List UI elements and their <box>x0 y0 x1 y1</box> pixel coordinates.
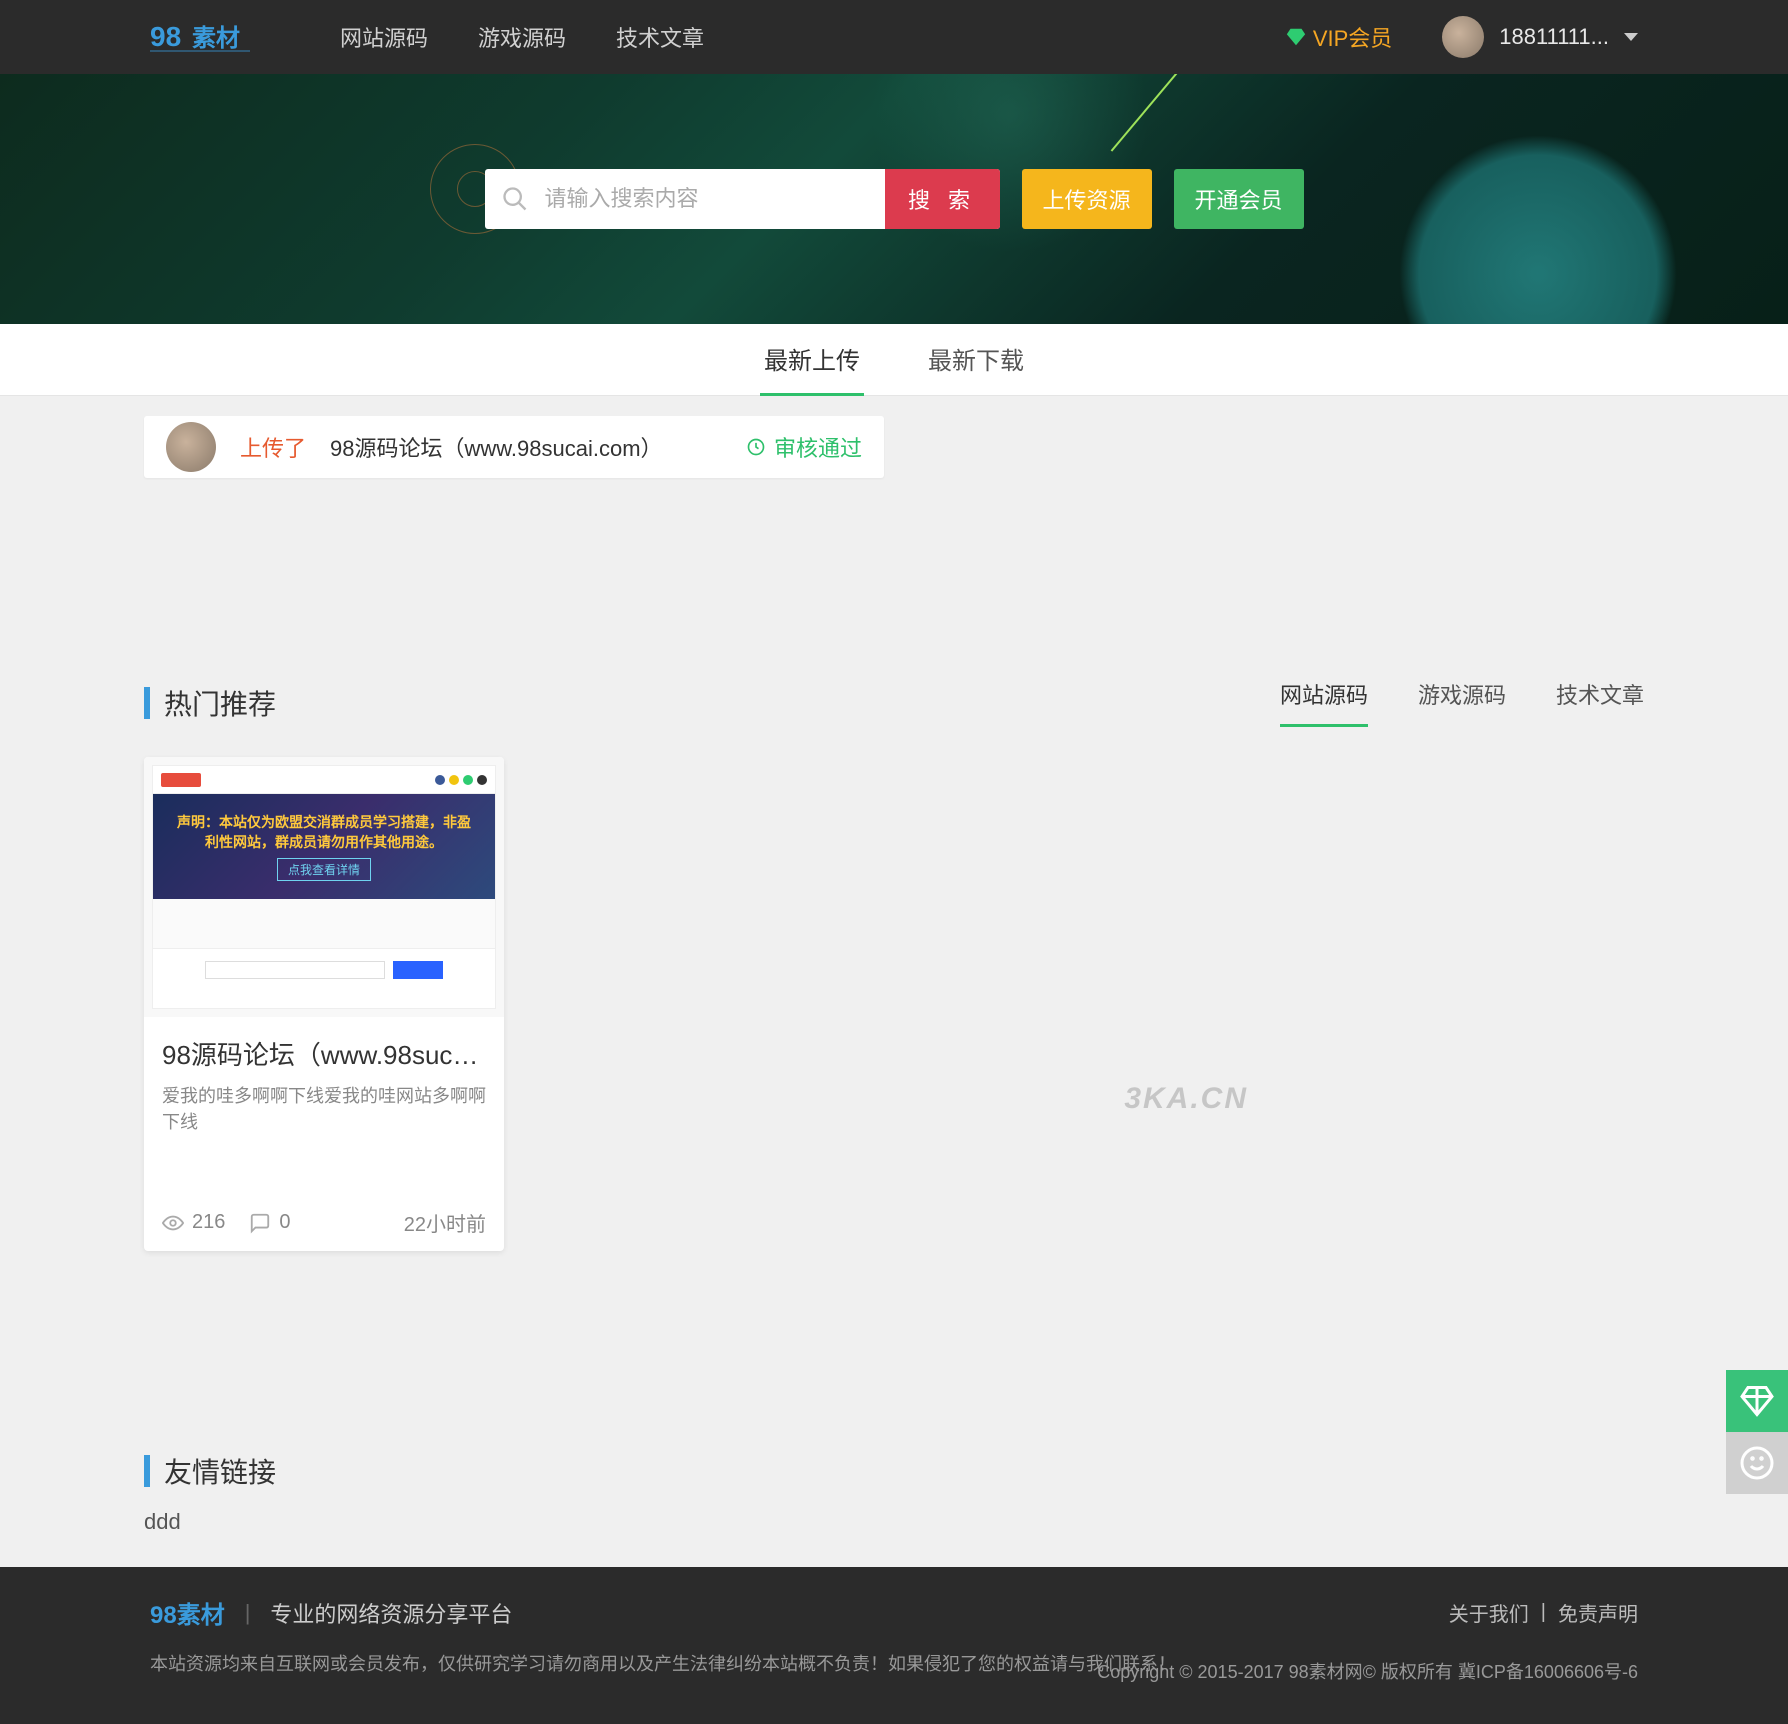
upload-item-title: 98源码论坛（www.98sucai.com） <box>330 431 663 463</box>
friend-link[interactable]: ddd <box>144 1509 181 1534</box>
card-thumbnail: 声明：本站仅为欧盟交消群成员学习搭建，非盈 利性网站，群成员请勿用作其他用途。 … <box>144 757 504 1017</box>
section-title: 友情链接 <box>164 1451 276 1491</box>
svg-text:素材: 素材 <box>192 25 240 52</box>
thumb-cta: 点我查看详情 <box>277 858 371 881</box>
username-label: 18811111... <box>1499 24 1609 50</box>
section-accent-bar <box>144 1455 150 1487</box>
nav-item-website-source[interactable]: 网站源码 <box>340 21 428 53</box>
smile-icon <box>1739 1445 1775 1481</box>
float-vip-button[interactable] <box>1726 1370 1788 1432</box>
diamond-icon <box>1285 26 1307 48</box>
tabs-bar: 最新上传 最新下载 <box>0 324 1788 396</box>
svg-text:98: 98 <box>150 21 181 52</box>
card-comments: 0 <box>249 1211 290 1234</box>
avatar <box>1442 16 1484 58</box>
upload-status: 审核通过 <box>746 431 862 463</box>
hot-tab-website-source[interactable]: 网站源码 <box>1280 678 1368 727</box>
nav-item-tech-articles[interactable]: 技术文章 <box>616 21 704 53</box>
footer: 98素材 | 专业的网络资源分享平台 关于我们 | 免责声明 本站资源均来自互联… <box>0 1567 1788 1724</box>
upload-resource-button[interactable]: 上传资源 <box>1022 169 1152 229</box>
vip-label: VIP会员 <box>1313 21 1392 53</box>
views-count: 216 <box>192 1211 225 1234</box>
diamond-icon <box>1739 1383 1775 1419</box>
watermark: 3KA.CN <box>1124 1082 1248 1116</box>
chevron-down-icon <box>1624 33 1638 41</box>
tab-latest-upload[interactable]: 最新上传 <box>760 324 864 396</box>
card-title: 98源码论坛（www.98sucai.co... <box>162 1035 486 1072</box>
footer-link-about[interactable]: 关于我们 <box>1449 1598 1529 1627</box>
footer-link-separator: | <box>1541 1601 1546 1624</box>
comments-count: 0 <box>279 1211 290 1234</box>
hero-banner: 搜 索 上传资源 开通会员 <box>0 74 1788 324</box>
upload-item[interactable]: 上传了 98源码论坛（www.98sucai.com） 审核通过 <box>144 416 884 478</box>
float-feedback-button[interactable] <box>1726 1432 1788 1494</box>
vip-badge[interactable]: VIP会员 <box>1285 21 1392 53</box>
hot-tab-game-source[interactable]: 游戏源码 <box>1418 678 1506 727</box>
footer-divider: | <box>245 1600 251 1626</box>
section-header-friends: 友情链接 <box>144 1451 1644 1491</box>
tab-latest-download[interactable]: 最新下载 <box>924 324 1028 396</box>
footer-link-disclaimer[interactable]: 免责声明 <box>1558 1598 1638 1627</box>
footer-logo: 98素材 <box>150 1595 225 1630</box>
section-header-hot: 热门推荐 网站源码 游戏源码 技术文章 <box>144 678 1644 727</box>
search-button[interactable]: 搜 索 <box>885 169 1000 229</box>
clock-icon <box>746 437 766 457</box>
card-views: 216 <box>162 1211 225 1234</box>
section-title: 热门推荐 <box>164 683 276 723</box>
open-member-button[interactable]: 开通会员 <box>1174 169 1304 229</box>
user-menu[interactable]: 18811111... <box>1442 16 1638 58</box>
upload-action-label: 上传了 <box>240 431 306 463</box>
main-nav: 网站源码 游戏源码 技术文章 <box>340 21 704 53</box>
hero-decoration <box>1398 134 1678 324</box>
card-time: 22小时前 <box>404 1208 486 1237</box>
section-accent-bar <box>144 687 150 719</box>
resource-card[interactable]: 声明：本站仅为欧盟交消群成员学习搭建，非盈 利性网站，群成员请勿用作其他用途。 … <box>144 757 504 1251</box>
site-logo[interactable]: 98 素材 <box>150 16 270 58</box>
top-header: 98 素材 网站源码 游戏源码 技术文章 VIP会员 18811111... <box>0 0 1788 74</box>
thumb-banner-text: 利性网站，群成员请勿用作其他用途。 <box>205 832 443 852</box>
avatar <box>166 422 216 472</box>
search-input[interactable] <box>545 169 885 229</box>
search-box: 搜 索 <box>485 169 1000 229</box>
thumb-banner-text: 声明：本站仅为欧盟交消群成员学习搭建，非盈 <box>177 812 471 832</box>
upload-status-label: 审核通过 <box>774 431 862 463</box>
floating-buttons <box>1726 1370 1788 1494</box>
card-description: 爱我的哇多啊啊下线爱我的哇网站多啊啊下线 <box>162 1082 486 1134</box>
nav-item-game-source[interactable]: 游戏源码 <box>478 21 566 53</box>
footer-tagline: 专业的网络资源分享平台 <box>270 1597 512 1629</box>
search-icon <box>485 169 545 229</box>
comment-icon <box>249 1212 271 1234</box>
hot-tab-tech-articles[interactable]: 技术文章 <box>1556 678 1644 727</box>
eye-icon <box>162 1212 184 1234</box>
